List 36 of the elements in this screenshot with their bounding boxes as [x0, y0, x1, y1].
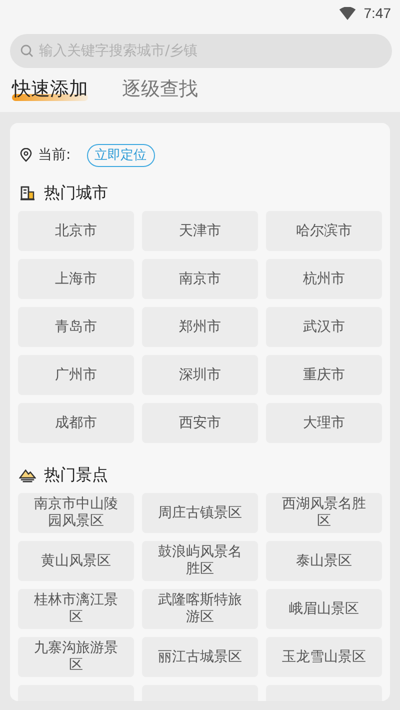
wifi-icon [338, 6, 356, 20]
section-title: 热门景点 [44, 464, 108, 486]
section-title: 热门城市 [44, 182, 108, 204]
tab[interactable]: 逐级查找 [122, 74, 198, 104]
city-option[interactable]: 成都市 [18, 403, 134, 443]
mountain-icon [19, 467, 36, 483]
city-option[interactable]: 杭州市 [266, 259, 382, 299]
scenic-option[interactable]: 黄山风景区 [18, 541, 134, 581]
scenic-option[interactable]: 南京市中山陵园风景区 [18, 493, 134, 533]
city-option[interactable]: 青岛市 [18, 307, 134, 347]
city-option[interactable]: 武汉市 [266, 307, 382, 347]
scenic-option[interactable]: 武隆喀斯特旅游区 [142, 589, 258, 629]
city-option[interactable]: 天津市 [142, 211, 258, 251]
scenic-option[interactable]: 周庄古镇景区 [142, 493, 258, 533]
city-option[interactable]: 重庆市 [266, 355, 382, 395]
scenic-option[interactable]: 九寨沟旅游景区 [18, 637, 134, 677]
city-option[interactable]: 郑州市 [142, 307, 258, 347]
location-pin-icon [20, 148, 32, 162]
scenic-option[interactable]: 西湖风景名胜区 [266, 493, 382, 533]
city-option[interactable]: 广州市 [18, 355, 134, 395]
scenic-option[interactable]: 泰山景区 [266, 541, 382, 581]
city-option[interactable]: 哈尔滨市 [266, 211, 382, 251]
scenic-option[interactable]: 峨眉山景区 [266, 589, 382, 629]
city-option[interactable]: 大理市 [266, 403, 382, 443]
city-option[interactable]: 上海市 [18, 259, 134, 299]
location-label: 当前: [38, 146, 71, 164]
clock: 7:47 [364, 5, 391, 21]
city-option[interactable]: 深圳市 [142, 355, 258, 395]
scenic-option[interactable]: 丽江古城景区 [142, 637, 258, 677]
city-option[interactable]: 南京市 [142, 259, 258, 299]
scenic-option[interactable]: 鼓浪屿风景名胜区 [142, 541, 258, 581]
city-option[interactable]: 西安市 [142, 403, 258, 443]
city-option[interactable]: 北京市 [18, 211, 134, 251]
scenic-option[interactable]: 桂林市漓江景区 [18, 589, 134, 629]
building-icon [19, 185, 36, 201]
scenic-option[interactable]: 玉龙雪山景区 [266, 637, 382, 677]
